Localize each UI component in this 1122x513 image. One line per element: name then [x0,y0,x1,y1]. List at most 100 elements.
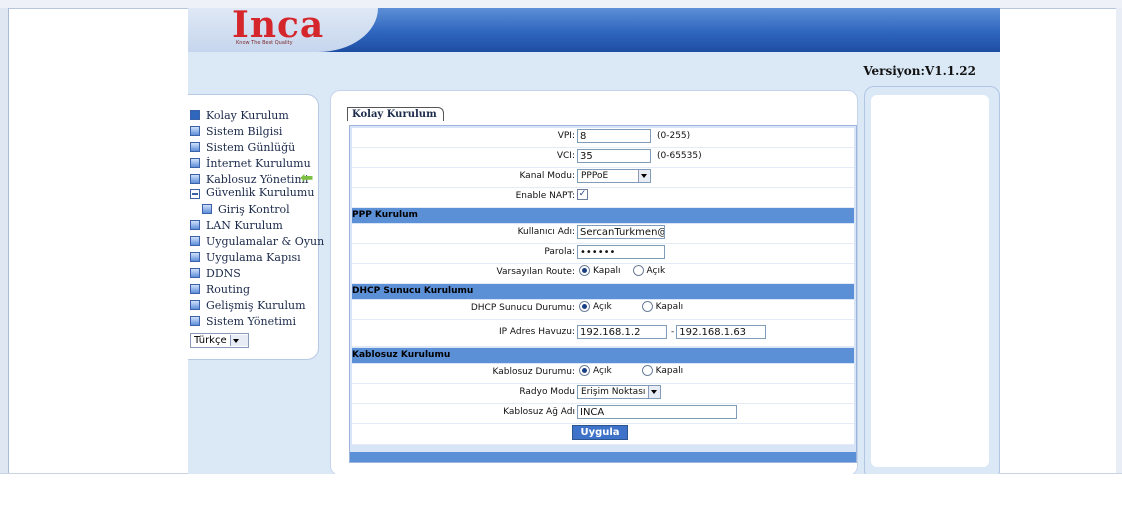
sidebar-item-sistem-gunlugu[interactable]: Sistem Günlüğü [188,139,324,155]
wifi-acik-label: Açık [593,365,612,376]
chevron-down-icon[interactable] [648,386,661,398]
sidebar-item-gelismis-kurulum[interactable]: Gelişmiş Kurulum [188,297,324,313]
wifi-durum-label: Kablosuz Durumu: [492,367,576,377]
square-bullet-icon [190,268,200,278]
square-bullet-icon [190,236,200,246]
route-acik-radio[interactable] [632,265,644,276]
radyo-modu-value: Erişim Noktası [581,387,646,397]
minus-icon [190,189,200,199]
sidebar-item-label: Sistem Günlüğü [206,140,296,154]
sidebar-item-label: Sistem Yönetimi [206,314,296,328]
dhcp-section-title: DHCP Sunucu Kurulumu [352,286,474,296]
sidebar-item-uygulama-kapisi[interactable]: Uygulama Kapısı [188,249,324,265]
password-input[interactable]: •••••• [577,245,665,259]
ssid-label: Kablosuz Ağ Adı [503,407,575,417]
dhcp-durum-label: DHCP Sunucu Durumu: [470,303,575,313]
dhcp-kapali-radio[interactable] [641,301,653,312]
ppp-section-title: PPP Kurulum [352,210,418,220]
radyo-row: Radyo Modu Erişim Noktası [352,384,854,404]
square-bullet-icon [190,158,200,168]
sidebar-item-label: Kolay Kurulum [206,108,289,122]
radyo-modu-select[interactable]: Erişim Noktası [577,385,662,399]
ssid-input[interactable]: INCA [577,405,737,419]
dhcp-acik-radio[interactable] [579,301,590,312]
sidebar-item-lan-kurulum[interactable]: LAN Kurulum [188,217,324,233]
wifi-section-header: Kablosuz Kurulumu [352,348,854,363]
square-bullet-icon [190,174,200,184]
sidebar-item-label: Uygulama Kapısı [206,250,301,264]
sidebar-item-sistem-yonetimi[interactable]: Sistem Yönetimi [188,313,324,329]
kanal-modu-value: PPPoE [581,171,609,181]
wifi-section-title: Kablosuz Kurulumu [352,350,451,360]
vpi-input[interactable]: 8 [577,129,651,143]
tab-kolay-kurulum[interactable]: Kolay Kurulum [347,107,444,121]
sidebar-menu: Kolay Kurulum Sistem Bilgisi Sistem Günl… [188,107,324,329]
sidebar-item-routing[interactable]: Routing [188,281,324,297]
wifi-acik-radio[interactable] [579,365,590,376]
kullanici-row: Kullanıcı Adı: SercanTurkmen@ttn [352,224,854,244]
route-acik-label: Açık [646,265,666,276]
square-bullet-icon [190,220,200,230]
chevron-down-icon[interactable] [638,170,650,182]
language-select[interactable]: Türkçe [190,333,249,348]
apply-button[interactable]: Uygula [572,425,628,440]
ip-havuz-label: IP Adres Havuzu: [498,327,575,337]
route-label: Varsayılan Route: [496,267,575,277]
form-bottom-bar [350,452,856,462]
vpi-hint: (0-255) [657,131,691,141]
square-bullet-icon [190,126,200,136]
route-kapali-label: Kapalı [593,265,621,276]
square-bullet-icon [190,252,200,262]
sidebar-item-label: Giriş Kontrol [218,202,290,216]
sidebar-item-kolay-kurulum[interactable]: Kolay Kurulum [188,107,324,123]
square-bullet-icon [202,204,212,214]
sidebar-item-label: LAN Kurulum [206,218,283,232]
sidebar-item-label: Routing [206,282,251,296]
sidebar-item-label: Sistem Bilgisi [206,124,283,138]
green-arrow-icon: ⬅ [300,168,314,187]
right-side-panel-inner [871,95,989,467]
sidebar-item-sistem-bilgisi[interactable]: Sistem Bilgisi [188,123,324,139]
ssid-row: Kablosuz Ağ Adı INCA [352,404,854,424]
sidebar-item-kablosuz-yonetimi[interactable]: Kablosuz Yönetimi ⬅ [188,168,324,187]
submit-row: Uygula [352,424,854,445]
brand-tagline: Know The Best Quality [236,40,293,46]
chevron-down-icon[interactable] [229,335,248,346]
dhcp-acik-label: Açık [593,301,612,312]
right-side-panel [864,86,1000,474]
browser-right-strip [1116,8,1122,474]
sidebar-item-giris-kontrol[interactable]: Giriş Kontrol [188,201,324,217]
username-input[interactable]: SercanTurkmen@ttn [577,225,665,239]
kanal-modu-label: Kanal Modu: [519,171,575,181]
sidebar-item-label: İnternet Kurulumu [206,156,311,170]
vci-label: VCI: [556,151,575,161]
sidebar-item-label: Kablosuz Yönetimi [206,172,309,186]
route-kapali-radio[interactable] [579,265,590,276]
square-bullet-icon [190,300,200,310]
wifi-kapali-radio[interactable] [641,365,653,376]
browser-left-pane [0,8,9,474]
ip-end-input[interactable]: 192.168.1.63 [676,325,767,339]
napt-checkbox[interactable]: ✓ [577,189,588,200]
ip-start-input[interactable]: 192.168.1.2 [577,325,667,339]
sidebar-item-ddns[interactable]: DDNS [188,265,324,281]
arrow-icon [190,110,200,120]
main-content-panel: Kolay Kurulum VPI: 8 (0-255) VCI: 35 (0-65… [330,90,858,474]
vpi-row: VPI: 8 (0-255) [352,128,854,148]
napt-label: Enable NAPT: [515,191,575,201]
router-admin-page: Inca Know The Best Quality Versiyon:V1.1… [188,8,1000,474]
sidebar-item-uygulamalar-oyun[interactable]: Uygulamalar & Oyun [188,233,324,249]
sidebar-item-label: Güvenlik Kurulumu [206,186,315,199]
sidebar-menu-panel: Kolay Kurulum Sistem Bilgisi Sistem Günl… [188,94,324,360]
sidebar-item-label: DDNS [206,266,241,280]
kanal-modu-row: Kanal Modu: PPPoE [352,168,854,188]
square-bullet-icon [190,142,200,152]
kanal-modu-select[interactable]: PPPoE [577,169,651,183]
vci-input[interactable]: 35 [577,149,651,163]
napt-row: Enable NAPT: ✓ [352,188,854,208]
sidebar-item-label: Uygulamalar & Oyun [206,234,325,248]
ppp-section-header: PPP Kurulum [352,208,854,223]
version-label: Versiyon:V1.1.22 [863,64,976,78]
wifi-kapali-label: Kapalı [655,365,684,376]
vci-row: VCI: 35 (0-65535) [352,148,854,168]
